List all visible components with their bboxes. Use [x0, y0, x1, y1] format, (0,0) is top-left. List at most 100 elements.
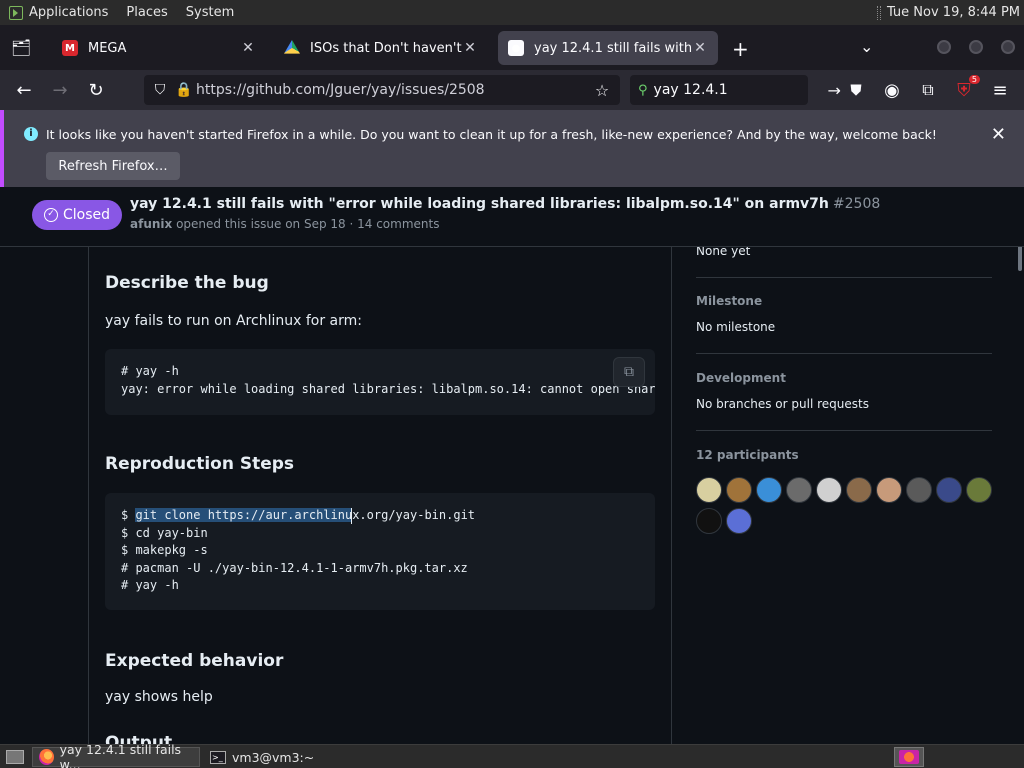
clock-text: Tue Nov 19, 8:44 PM [886, 5, 1020, 20]
ublock-badge: 5 [968, 75, 980, 84]
issue-number: #2508 [832, 196, 881, 212]
sidebar-divider [696, 277, 992, 278]
copy-code-button[interactable]: ⧉ [613, 357, 645, 387]
list-tabs-chevron-down-icon[interactable]: ⌄ [860, 37, 873, 56]
window-close-button[interactable] [1001, 40, 1015, 54]
taskbar-item-terminal[interactable]: >_ vm3@vm3:~ [204, 747, 320, 767]
tab-mega[interactable]: M MEGA ✕ [52, 31, 266, 65]
participant-avatar[interactable] [816, 477, 842, 503]
places-menu[interactable]: Places [117, 0, 176, 25]
selected-text[interactable]: git clone https://aur.archlinu [135, 508, 353, 522]
hamburger-menu-icon[interactable]: ≡ [988, 78, 1012, 102]
development-value: No branches or pull requests [696, 397, 869, 411]
mega-icon: M [62, 40, 78, 56]
info-icon: i [24, 127, 38, 141]
refresh-firefox-button[interactable]: Refresh Firefox… [46, 152, 180, 180]
window-minimize-button[interactable] [937, 40, 951, 54]
issue-title-text: yay 12.4.1 still fails with "error while… [130, 196, 829, 212]
search-go-arrow-icon[interactable]: → [828, 81, 841, 100]
url-bar[interactable]: ⛉ 🔒 ☆ [144, 75, 620, 105]
code-prefix: $ [121, 508, 136, 522]
code-block-repro: $ git clone https://aur.archlinux.org/ya… [105, 493, 655, 610]
extensions-puzzle-icon[interactable]: ⧉ [916, 78, 940, 102]
participants-label: 12 participants [696, 448, 799, 462]
clock[interactable]: Tue Nov 19, 8:44 PM [876, 0, 1020, 25]
applications-icon [9, 5, 23, 20]
notification-message: It looks like you haven't started Firefo… [46, 127, 937, 142]
milestone-label[interactable]: Milestone [696, 294, 762, 308]
desktop-icon [6, 750, 24, 764]
page-scrollbar-thumb[interactable] [1018, 247, 1022, 271]
applications-menu[interactable]: Applications [0, 0, 117, 25]
show-desktop-button[interactable] [0, 747, 30, 767]
pocket-icon[interactable]: ⛊ [844, 78, 868, 102]
issue-sticky-header: ✓ Closed yay 12.4.1 still fails with "er… [0, 187, 1024, 247]
search-engine-icon[interactable]: ⚲ [638, 83, 648, 98]
issue-state-label: Closed [62, 207, 111, 223]
code-line: $ cd yay-bin [121, 525, 208, 540]
heading-describe-bug: Describe the bug [105, 273, 269, 293]
new-tab-plus-icon[interactable]: + [732, 37, 749, 61]
issue-meta-text: opened this issue on Sep 18 · 14 comment… [176, 217, 440, 231]
code-block-error: # yay -h yay: error while loading shared… [105, 349, 655, 415]
describe-bug-text: yay fails to run on Archlinux for arm: [105, 313, 362, 329]
milestone-value: No milestone [696, 320, 776, 334]
back-arrow-icon[interactable]: ← [12, 78, 36, 102]
firefox-view-icon[interactable]: 🗂 [11, 38, 31, 57]
issue-state-badge: ✓ Closed [32, 200, 122, 230]
screen: Applications Places System Tue Nov 19, 8… [0, 0, 1024, 768]
participant-avatar[interactable] [966, 477, 992, 503]
search-bar[interactable]: ⚲ → [630, 75, 841, 105]
forward-arrow-icon[interactable]: → [48, 78, 72, 102]
issue-title[interactable]: yay 12.4.1 still fails with "error while… [130, 196, 880, 212]
tab-github-issue-close-icon[interactable]: ✕ [692, 40, 708, 56]
reload-icon[interactable]: ↻ [84, 78, 108, 102]
ublock-origin-icon[interactable]: ⛨ 5 [952, 75, 980, 102]
code-line-selected: $ git clone https://aur.archlinux.org/ya… [121, 507, 639, 525]
issue-author[interactable]: afunix [130, 217, 172, 231]
participant-avatar[interactable] [906, 477, 932, 503]
shield-icon[interactable]: ⛉ [148, 82, 172, 98]
participant-avatar[interactable] [876, 477, 902, 503]
search-input[interactable] [653, 82, 828, 98]
participant-avatar[interactable] [696, 477, 722, 503]
account-icon[interactable]: ◉ [880, 78, 904, 102]
projects-value: None yet [696, 247, 751, 258]
workspace-switcher[interactable] [894, 747, 924, 767]
lock-icon[interactable]: 🔒 [172, 82, 196, 98]
tab-strip: 🗂 M MEGA ✕ ISOs that Don't haven't been … [0, 25, 1024, 70]
participant-avatar[interactable] [936, 477, 962, 503]
taskbar-item-firefox[interactable]: yay 12.4.1 still fails w... [32, 742, 200, 768]
participant-avatar[interactable] [846, 477, 872, 503]
sidebar-divider [696, 430, 992, 431]
code-line: # pacman -U ./yay-bin-12.4.1-1-armv7h.pk… [121, 560, 468, 575]
taskbar-item-terminal-label: vm3@vm3:~ [232, 749, 315, 765]
tab-github-issue[interactable]: ● yay 12.4.1 still fails with "err ✕ [498, 31, 718, 65]
heading-reproduction-steps: Reproduction Steps [105, 454, 295, 474]
issue-meta: afunix opened this issue on Sep 18 · 14 … [130, 217, 439, 231]
terminal-icon: >_ [210, 750, 226, 764]
url-input[interactable] [196, 82, 590, 98]
tab-isos-close-icon[interactable]: ✕ [462, 40, 478, 56]
google-drive-icon [284, 40, 300, 54]
window-maximize-button[interactable] [969, 40, 983, 54]
workspace-firefox-icon [899, 750, 919, 764]
participant-avatar[interactable] [726, 508, 752, 534]
tab-isos[interactable]: ISOs that Don't haven't been ✕ [274, 31, 488, 65]
code-line: # yay -h [121, 364, 179, 378]
participant-avatar[interactable] [786, 477, 812, 503]
panel-grip-icon [876, 5, 881, 20]
navigation-toolbar: ← → ↻ ⛉ 🔒 ☆ ⚲ → ⛊ ◉ ⧉ ⛨5 ≡ [0, 70, 1024, 110]
tab-mega-close-icon[interactable]: ✕ [240, 40, 256, 56]
closed-check-icon: ✓ [43, 208, 58, 222]
notification-close-icon[interactable]: ✕ [991, 124, 1006, 145]
firefox-icon [39, 749, 54, 765]
development-label[interactable]: Development [696, 371, 786, 385]
participant-avatar[interactable] [726, 477, 752, 503]
copy-icon: ⧉ [624, 364, 634, 380]
system-menu[interactable]: System [177, 0, 243, 25]
bookmark-star-icon[interactable]: ☆ [590, 81, 614, 100]
participant-avatar[interactable] [756, 477, 782, 503]
code-line: $ makepkg -s [121, 543, 208, 557]
participant-avatar[interactable] [696, 508, 722, 534]
